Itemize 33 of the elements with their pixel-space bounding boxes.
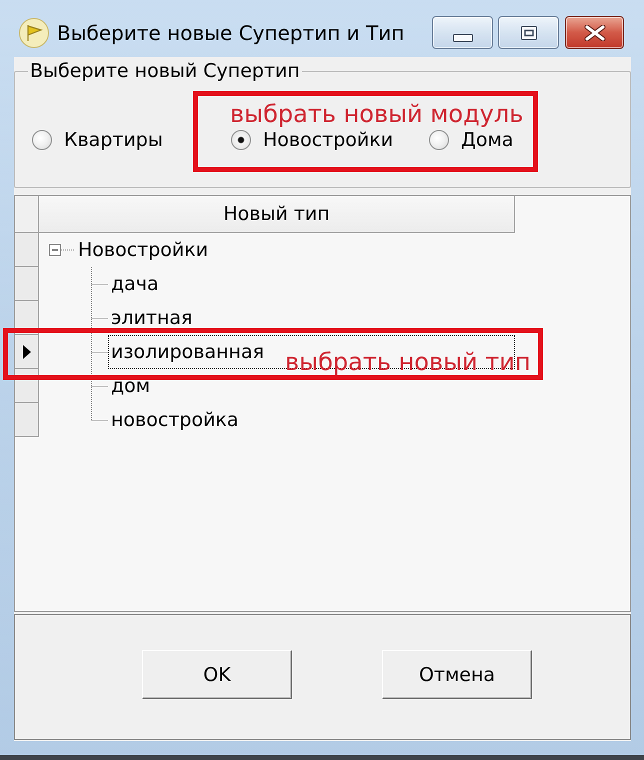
tree-line	[91, 301, 108, 335]
close-icon	[584, 24, 606, 40]
window-title: Выберите новые Супертип и Тип	[57, 20, 406, 44]
maximize-button[interactable]	[498, 16, 559, 49]
row-header[interactable]	[15, 335, 39, 369]
column-header[interactable]: Новый тип	[39, 196, 515, 233]
tree-item[interactable]: дом	[111, 376, 150, 396]
triangle-icon	[22, 344, 30, 358]
tree-line	[91, 335, 108, 369]
radio-circle-icon[interactable]	[429, 130, 449, 150]
group-label: Выберите новый Супертип	[29, 60, 301, 82]
close-button[interactable]	[565, 16, 624, 49]
tree-line	[61, 249, 75, 251]
tree-line	[91, 267, 108, 301]
radio-option[interactable]: Квартиры	[32, 129, 163, 151]
minus-box-icon[interactable]	[49, 244, 61, 256]
radio-circle-icon[interactable]	[32, 130, 52, 150]
radio-circle-icon[interactable]	[231, 130, 251, 150]
annotation-text: выбрать новый тип	[285, 348, 532, 376]
minimize-icon	[452, 34, 472, 42]
maximize-icon	[520, 26, 536, 40]
annotation-text: выбрать новый модуль	[230, 100, 524, 128]
tree-item[interactable]: элитная	[111, 308, 192, 328]
minimize-button[interactable]	[432, 16, 493, 49]
tree-item[interactable]: изолированная	[111, 342, 264, 362]
radio-option[interactable]: Дома	[429, 129, 514, 151]
tree-item[interactable]: дача	[111, 274, 159, 294]
ok-button[interactable]: OK	[142, 650, 292, 699]
tree-item[interactable]: Новостройки	[78, 240, 208, 260]
flag-icon	[19, 18, 49, 48]
cancel-button[interactable]: Отмена	[382, 650, 532, 699]
radio-option[interactable]: Новостройки	[231, 129, 394, 151]
tree-item[interactable]: новостройка	[111, 410, 239, 430]
